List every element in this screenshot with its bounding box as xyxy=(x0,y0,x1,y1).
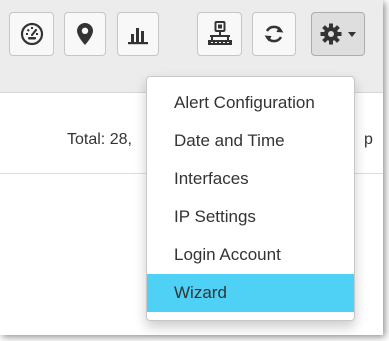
network-button[interactable] xyxy=(197,12,242,56)
chevron-down-icon xyxy=(348,31,356,37)
settings-dropdown-menu: Alert Configuration Date and Time Interf… xyxy=(146,76,355,321)
menu-item-alert-configuration[interactable]: Alert Configuration xyxy=(147,84,354,122)
settings-dropdown-button[interactable] xyxy=(311,12,365,56)
menu-item-ip-settings[interactable]: IP Settings xyxy=(147,198,354,236)
dashboard-button[interactable] xyxy=(9,12,54,56)
menu-item-login-account[interactable]: Login Account xyxy=(147,236,354,274)
menu-item-date-and-time[interactable]: Date and Time xyxy=(147,122,354,160)
gear-icon xyxy=(320,23,342,45)
statistics-button[interactable] xyxy=(117,12,159,56)
window-frame: Total: 28, p Alert Configuration Date an… xyxy=(0,0,383,335)
truncated-text: p xyxy=(364,131,373,148)
location-button[interactable] xyxy=(64,12,106,56)
network-icon xyxy=(207,21,232,45)
speedometer-icon xyxy=(20,22,43,46)
map-marker-icon xyxy=(77,23,93,45)
menu-item-interfaces[interactable]: Interfaces xyxy=(147,160,354,198)
refresh-button[interactable] xyxy=(252,12,296,56)
total-count: Total: 28, xyxy=(67,131,132,148)
menu-item-wizard[interactable]: Wizard xyxy=(147,274,354,312)
refresh-icon xyxy=(264,25,284,43)
bar-chart-icon xyxy=(128,28,148,45)
